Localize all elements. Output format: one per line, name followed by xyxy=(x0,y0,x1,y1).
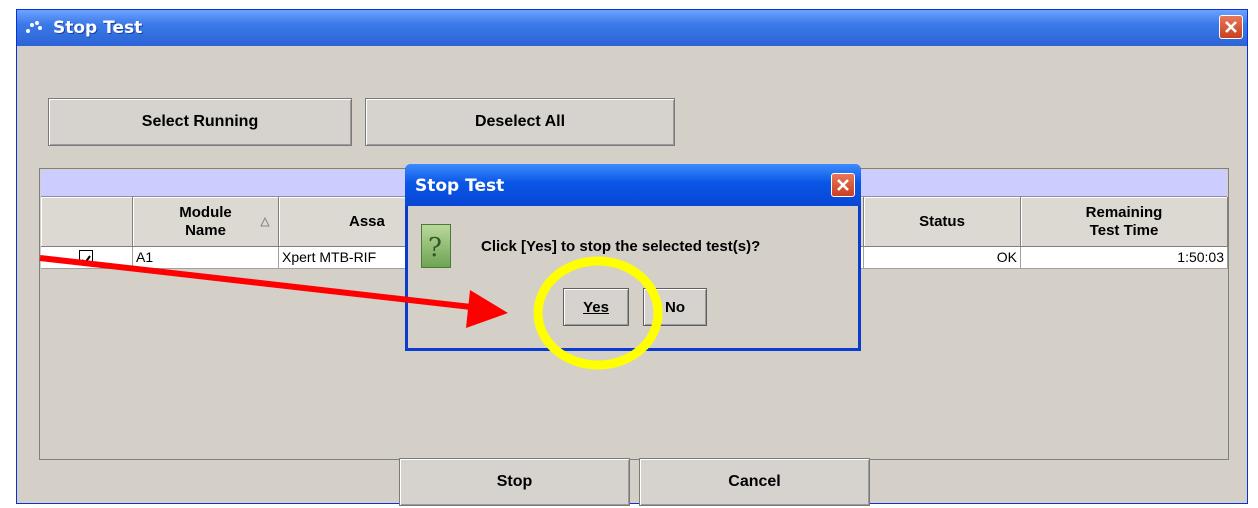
yes-button[interactable]: Yes xyxy=(563,288,629,326)
header-module-name-label: Module Name xyxy=(179,203,232,239)
header-module-name[interactable]: Module Name xyxy=(133,197,279,247)
app-icon xyxy=(26,21,42,33)
row-select-cell[interactable] xyxy=(41,247,133,269)
select-running-button[interactable]: Select Running xyxy=(48,98,352,146)
deselect-all-button[interactable]: Deselect All xyxy=(365,98,675,146)
header-remaining-test-time[interactable]: Remaining Test Time xyxy=(1021,197,1228,247)
dialog-title: Stop Test xyxy=(415,176,505,196)
row-checkbox[interactable] xyxy=(79,250,93,265)
dialog-close-button[interactable] xyxy=(831,173,855,197)
dialog-body: ? Click [Yes] to stop the selected test(… xyxy=(408,206,858,348)
cell-status: OK xyxy=(864,247,1021,269)
no-button[interactable]: No xyxy=(643,288,707,326)
title-bar: Stop Test xyxy=(17,10,1247,46)
cell-module-name: A1 xyxy=(133,247,279,269)
dialog-message: Click [Yes] to stop the selected test(s)… xyxy=(481,238,761,255)
dialog-title-bar: Stop Test xyxy=(405,164,861,206)
header-status[interactable]: Status xyxy=(864,197,1021,247)
cell-remaining-test-time: 1:50:03 xyxy=(1021,247,1228,269)
no-button-label: No xyxy=(665,298,685,316)
confirm-dialog: Stop Test ? Click [Yes] to stop the sele… xyxy=(405,164,861,351)
checkmark-icon xyxy=(81,255,91,265)
header-remaining-label: Remaining Test Time xyxy=(1085,203,1163,239)
close-icon xyxy=(1225,21,1237,33)
window-title: Stop Test xyxy=(53,18,143,38)
question-icon: ? xyxy=(421,224,451,268)
stop-button[interactable]: Stop xyxy=(399,458,630,506)
header-select[interactable] xyxy=(41,197,133,247)
svg-text:?: ? xyxy=(428,233,442,263)
close-button[interactable] xyxy=(1219,15,1243,39)
yes-button-label: Yes xyxy=(583,298,609,316)
close-icon xyxy=(837,179,849,191)
sort-ascending-icon xyxy=(260,217,270,227)
cancel-button[interactable]: Cancel xyxy=(639,458,870,506)
